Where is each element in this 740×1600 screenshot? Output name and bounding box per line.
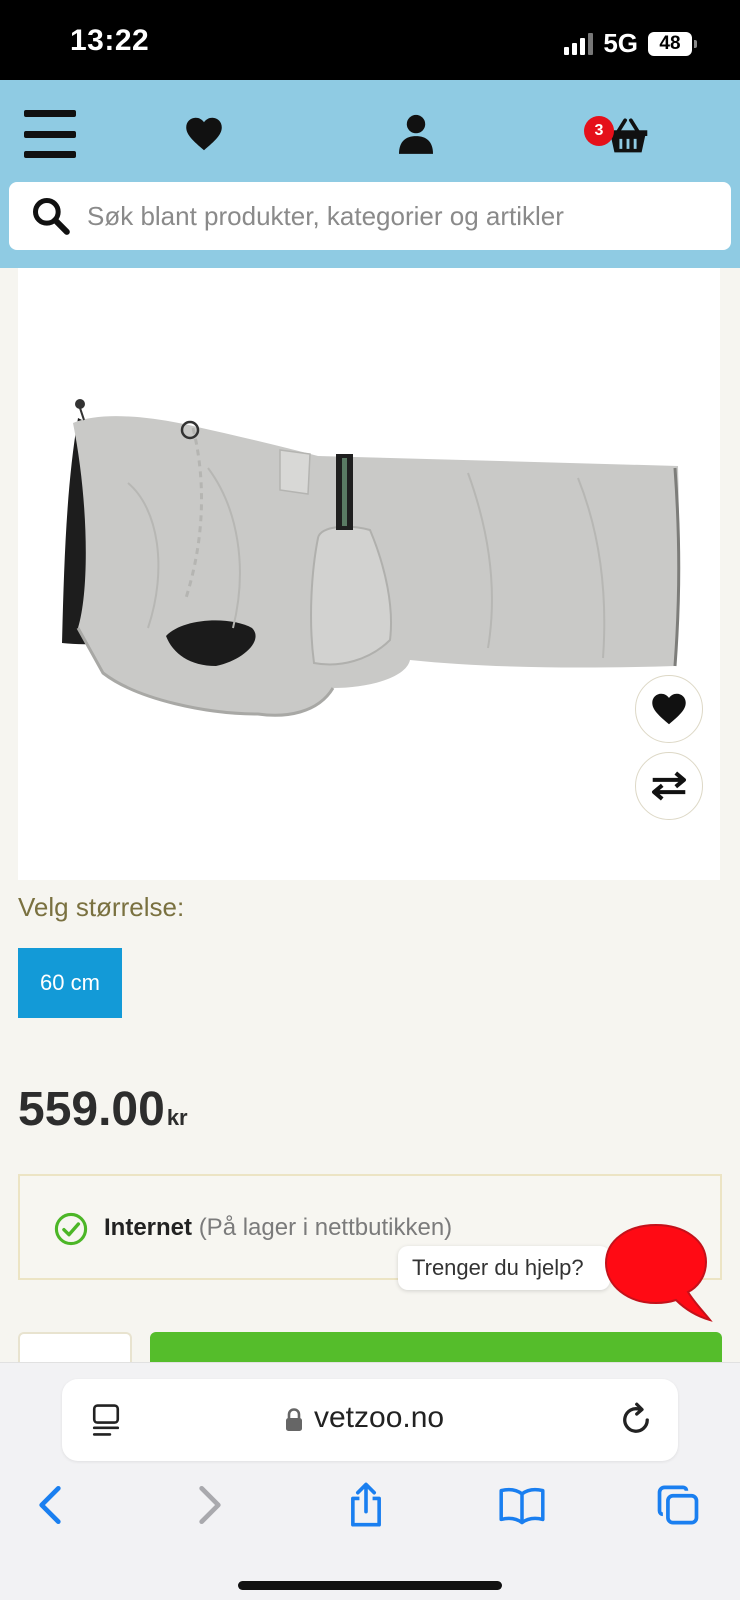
size-label: Velg størrelse: [18,892,185,922]
home-indicator [238,1581,502,1590]
back-button[interactable] [22,1477,78,1533]
battery-level: 48 [659,32,681,54]
cart-count-badge: 3 [584,116,614,146]
user-account-icon[interactable] [394,110,438,158]
stock-text: Internet (På lager i nettbutikken) [104,1214,452,1242]
stock-channel: Internet [104,1214,193,1241]
dog-coat-image [62,399,681,717]
bookmarks-button[interactable] [494,1477,550,1533]
chevron-left-icon [39,1486,61,1524]
url-text: vetzoo.no [314,1401,445,1434]
forward-button[interactable] [182,1477,238,1533]
wishlist-button[interactable] [635,675,703,743]
size-option-60cm[interactable]: 60 cm [18,948,122,1018]
stock-availability: (På lager i nettbutikken) [198,1214,453,1241]
price-value: 559.00 [18,1083,165,1136]
search-bar[interactable] [9,182,731,250]
price-currency: kr [166,1105,188,1130]
address-bar[interactable]: vetzoo.no [62,1379,678,1461]
help-bubble[interactable]: Trenger du hjelp? [398,1246,610,1290]
lock-icon [286,1408,302,1431]
chevron-right-icon [199,1486,221,1524]
product-image[interactable] [18,268,720,880]
search-icon [32,197,70,235]
status-time: 13:22 [70,24,150,57]
status-indicators: 5G 48 [564,28,697,59]
compare-arrows-icon [652,771,686,801]
search-input[interactable] [87,200,707,232]
site-header: 3 [0,80,740,268]
chat-button[interactable] [604,1222,714,1324]
share-icon [351,1482,381,1527]
browser-toolbar: vetzoo.no [0,1362,740,1600]
menu-icon[interactable] [22,110,78,158]
favorites-heart-icon[interactable] [182,112,226,156]
product-price: 559.00kr [18,1082,188,1137]
network-type: 5G [603,28,638,58]
compare-button[interactable] [635,752,703,820]
check-circle-icon [54,1212,88,1246]
tabs-icon [657,1485,699,1525]
book-icon [499,1487,545,1525]
reload-icon[interactable] [618,1401,654,1439]
tabs-button[interactable] [650,1477,706,1533]
share-button[interactable] [338,1477,394,1533]
status-bar: 13:22 5G 48 [0,0,740,80]
heart-icon [652,693,686,725]
signal-icon [564,32,594,55]
chat-bubble-icon [604,1223,713,1322]
page-menu-icon[interactable] [90,1403,122,1437]
battery-icon: 48 [648,31,697,56]
